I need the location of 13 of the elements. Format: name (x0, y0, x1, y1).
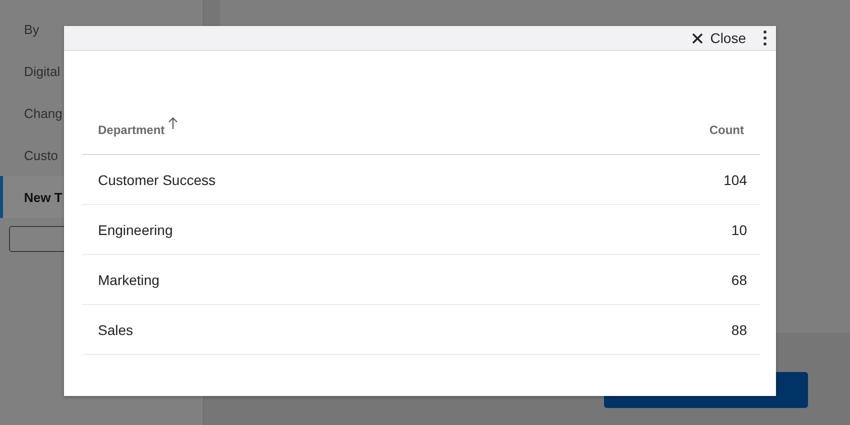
table-cell: 68 (548, 254, 760, 304)
table-cell: 104 (548, 154, 760, 204)
close-button[interactable]: Close (692, 27, 752, 49)
table-cell: 10 (548, 204, 760, 254)
table-cell: Marketing (82, 254, 548, 304)
column-header[interactable]: Count (709, 123, 744, 137)
table-cell: Engineering (82, 204, 548, 254)
kebab-icon (763, 30, 767, 46)
table-cell: 88 (548, 304, 760, 354)
column-header[interactable]: Department (98, 123, 165, 137)
table-cell: Customer Success (82, 154, 548, 204)
table-cell: Sales (82, 304, 548, 354)
close-icon (692, 32, 704, 44)
